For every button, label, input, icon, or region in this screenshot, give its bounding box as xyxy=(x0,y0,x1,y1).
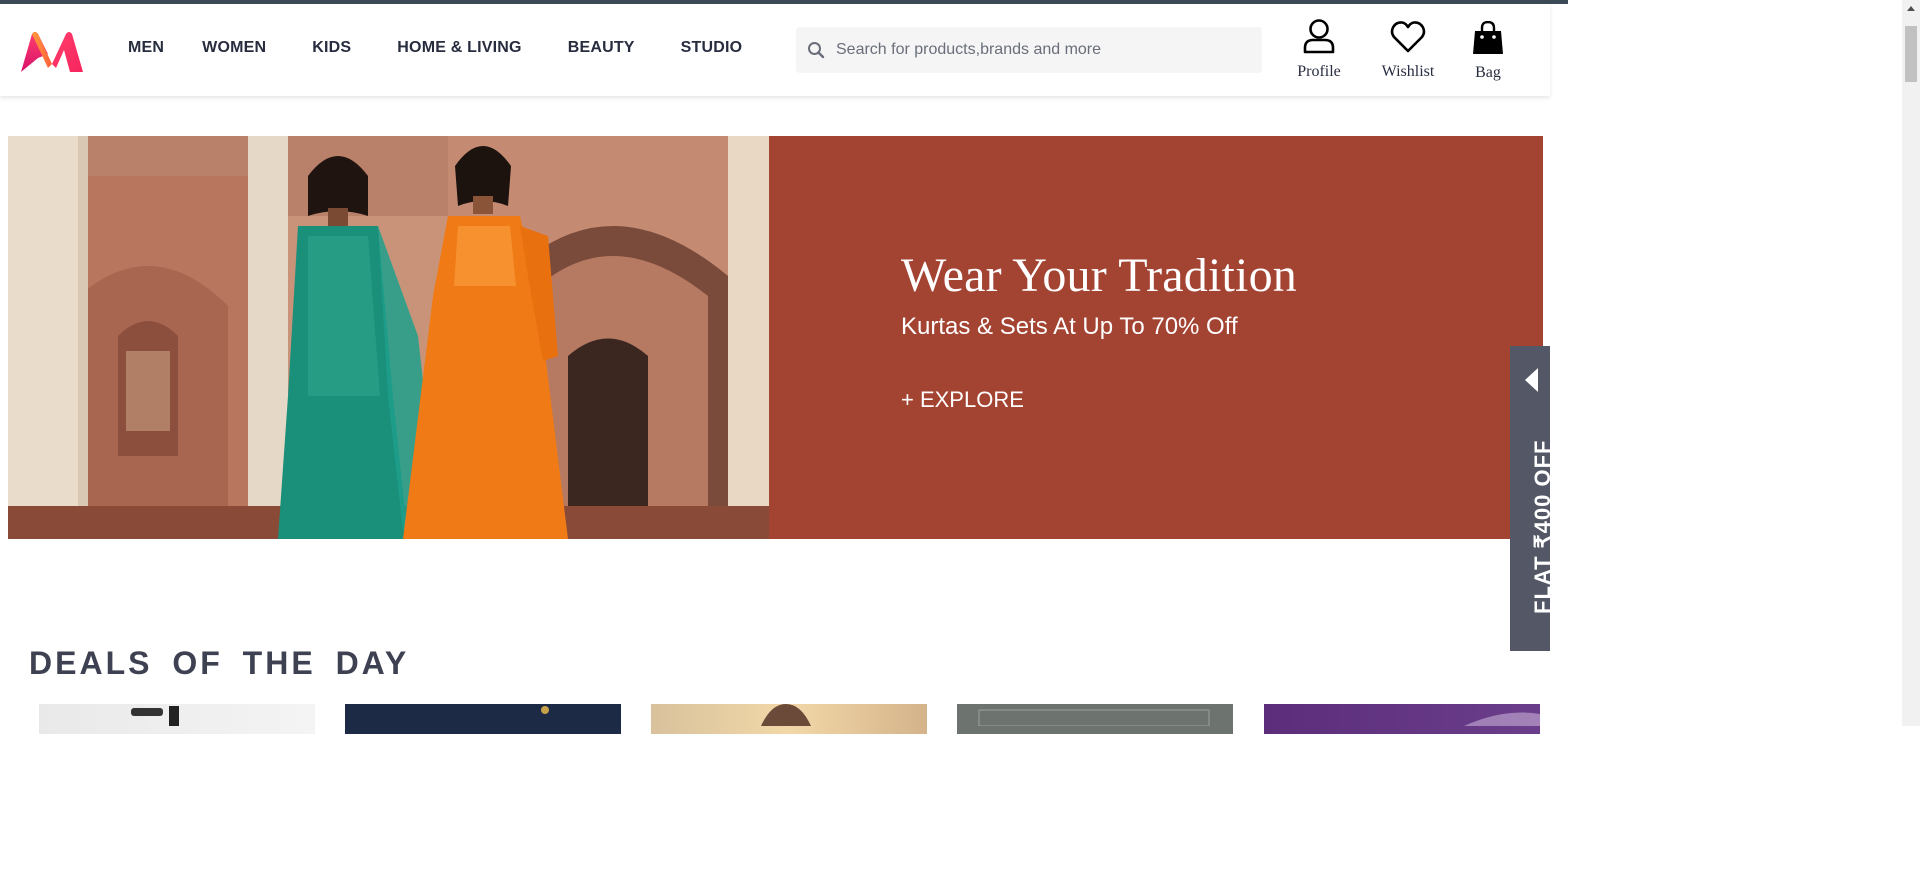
main-menu: MEN WOMEN KIDS HOME & LIVING BEAUTY STUD… xyxy=(128,39,742,57)
search-bar xyxy=(796,27,1262,73)
menu-item-women[interactable]: WOMEN xyxy=(202,39,266,57)
deal-card[interactable] xyxy=(957,704,1233,734)
banner-subtitle: Kurtas & Sets At Up To 70% Off xyxy=(901,313,1238,340)
menu-item-beauty[interactable]: BEAUTY xyxy=(568,39,635,57)
banner-photo xyxy=(8,136,769,539)
deals-section-title: DEALS OF THE DAY xyxy=(29,645,410,681)
profile-button[interactable]: Profile xyxy=(1294,18,1344,81)
explore-link[interactable]: + EXPLORE xyxy=(901,387,1297,413)
hero-banner[interactable]: Wear Your Tradition Kurtas & Sets At Up … xyxy=(8,136,1543,539)
deal-card[interactable] xyxy=(1264,704,1540,734)
search-icon[interactable] xyxy=(796,27,836,73)
banner-text: Wear Your Tradition Kurtas & Sets At Up … xyxy=(901,248,1297,413)
side-promo-tab[interactable]: FLAT ₹400 OFF xyxy=(1510,346,1555,651)
side-promo-label: FLAT ₹400 OFF xyxy=(1530,439,1555,615)
wishlist-label: Wishlist xyxy=(1381,63,1435,80)
banner-title: Wear Your Tradition xyxy=(901,249,1297,302)
menu-item-kids[interactable]: KIDS xyxy=(312,39,351,57)
page-scrollbar[interactable] xyxy=(1902,0,1920,726)
scroll-up-arrow-icon[interactable] xyxy=(1907,6,1915,11)
profile-icon xyxy=(1302,18,1336,59)
myntra-logo[interactable] xyxy=(18,28,86,76)
bag-icon xyxy=(1472,20,1504,60)
bag-label: Bag xyxy=(1475,64,1501,81)
deal-card[interactable] xyxy=(345,704,621,734)
site-header: MEN WOMEN KIDS HOME & LIVING BEAUTY STUD… xyxy=(0,4,1550,96)
menu-item-home-living[interactable]: HOME & LIVING xyxy=(397,39,521,57)
scrollbar-thumb[interactable] xyxy=(1905,26,1917,82)
deal-card[interactable] xyxy=(39,704,315,734)
heart-icon xyxy=(1390,20,1426,59)
deal-card[interactable] xyxy=(651,704,927,734)
wishlist-button[interactable]: Wishlist xyxy=(1380,20,1436,81)
search-input[interactable] xyxy=(836,41,1236,59)
menu-item-studio[interactable]: STUDIO xyxy=(681,39,743,57)
profile-label: Profile xyxy=(1297,63,1341,80)
bag-button[interactable]: Bag xyxy=(1468,20,1508,82)
collapse-arrow-icon[interactable] xyxy=(1525,368,1538,392)
menu-item-men[interactable]: MEN xyxy=(128,39,164,57)
